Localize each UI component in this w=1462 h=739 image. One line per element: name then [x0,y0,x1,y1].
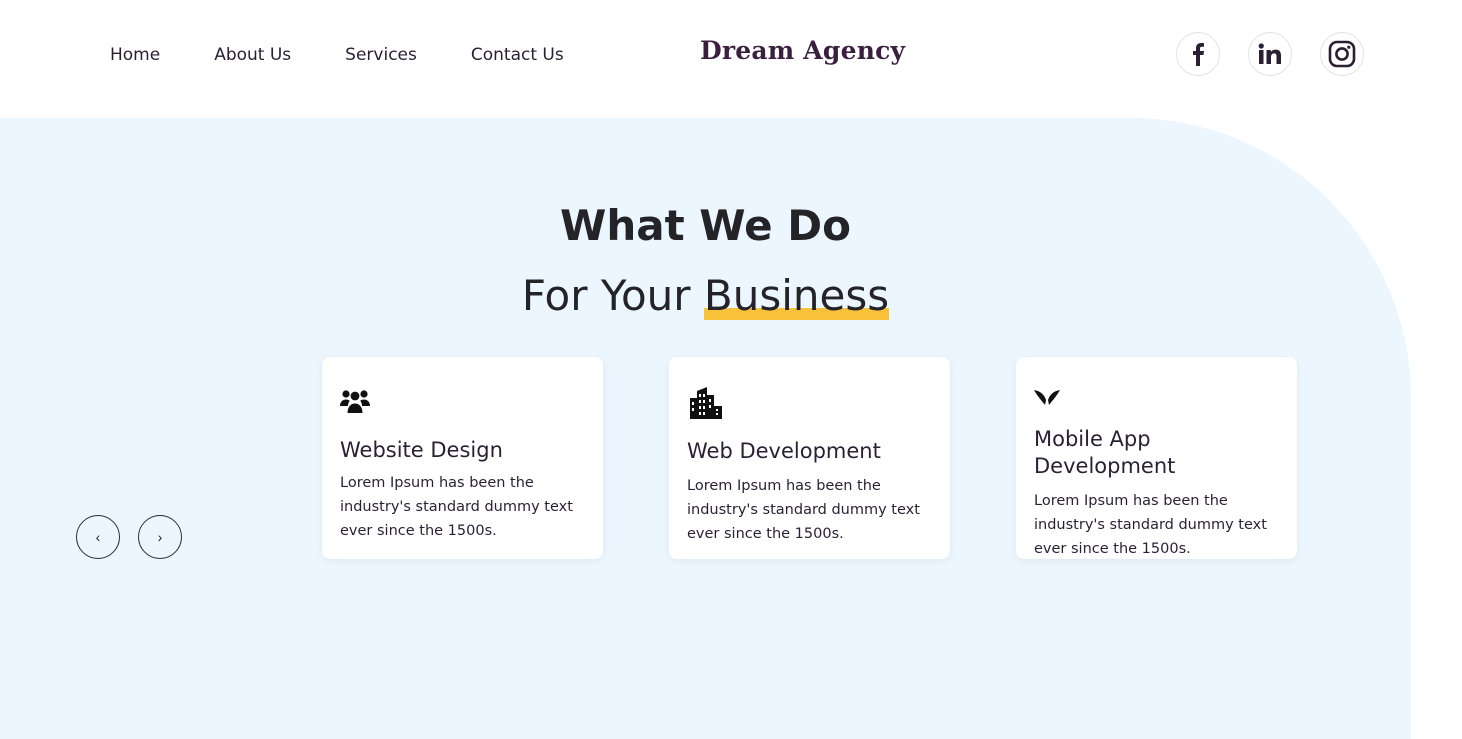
main-nav: Home About Us Services Contact Us [110,44,618,66]
wings-icon [1034,390,1060,405]
facebook-icon [1193,43,1204,66]
card-title: Mobile App Development [1034,427,1176,478]
building-icon [690,387,722,419]
brand-logo[interactable]: Dream Agency [700,36,905,65]
nav-about-link[interactable]: About Us [214,44,291,66]
subtitle-highlight: Business [703,271,890,320]
card-title: Website Design [340,438,503,462]
site-header: Home About Us Services Contact Us Dream … [0,0,1462,118]
service-card-web-development[interactable]: Web Development Lorem Ipsum has been the… [669,357,950,559]
subtitle-prefix: For Your [521,271,704,320]
service-card-mobile-app-development[interactable]: Mobile App Development Lorem Ipsum has b… [1016,357,1297,559]
users-icon [340,390,370,413]
instagram-button[interactable] [1320,32,1364,76]
facebook-button[interactable] [1176,32,1220,76]
card-title: Web Development [687,439,881,463]
service-card-website-design[interactable]: Website Design Lorem Ipsum has been the … [322,357,603,559]
carousel-next-button[interactable]: › [138,515,182,559]
carousel-prev-button[interactable]: ‹ [76,515,120,559]
section-subtitle: For Your Business [0,271,1411,320]
card-text: Lorem Ipsum has been the industry's stan… [340,475,573,539]
nav-services-link[interactable]: Services [345,44,417,66]
nav-contact-link[interactable]: Contact Us [471,44,564,66]
card-text: Lorem Ipsum has been the industry's stan… [687,478,920,542]
card-text: Lorem Ipsum has been the industry's stan… [1034,493,1267,557]
linkedin-icon [1258,43,1281,64]
instagram-icon [1328,40,1356,68]
section-title: What We Do [560,201,851,250]
nav-home-link[interactable]: Home [110,44,160,66]
linkedin-button[interactable] [1248,32,1292,76]
